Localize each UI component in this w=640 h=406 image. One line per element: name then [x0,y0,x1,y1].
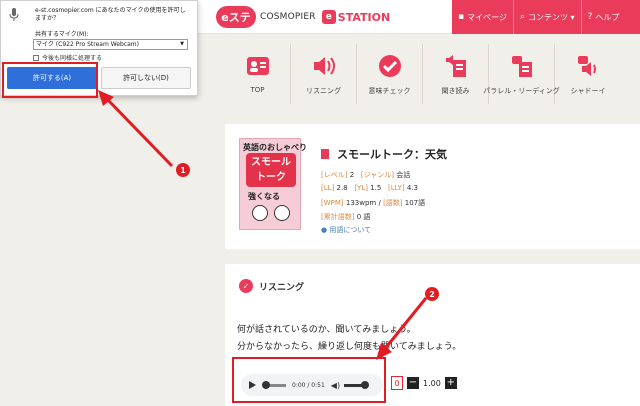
annotation-number-2: 2 [425,287,439,301]
annotation-arrows [98,90,428,360]
annotation-number-1: 1 [176,163,190,177]
